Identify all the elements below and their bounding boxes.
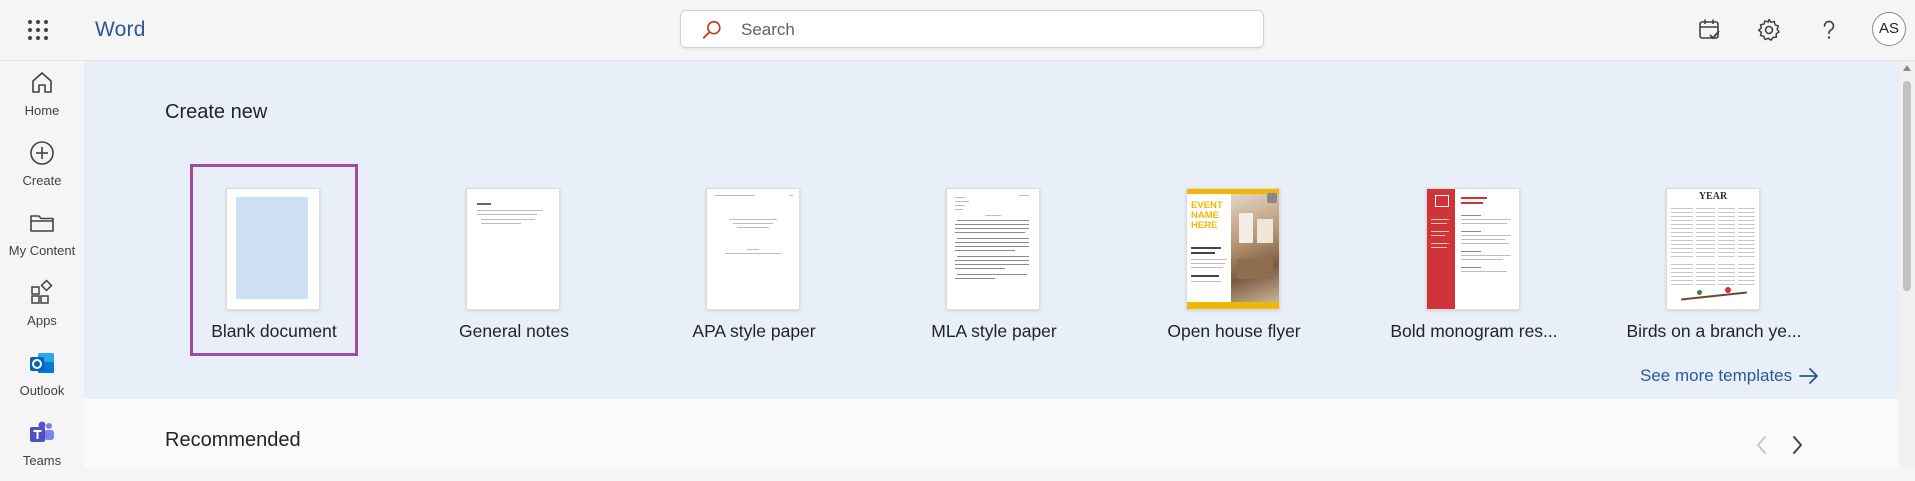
rail-item-my-content[interactable]: My Content — [0, 209, 84, 271]
template-thumbnail — [226, 188, 320, 310]
top-bar: Word AS — [0, 0, 1915, 61]
vertical-scrollbar[interactable] — [1899, 61, 1915, 467]
gear-icon[interactable] — [1755, 16, 1783, 44]
rail-item-home[interactable]: Home — [0, 69, 84, 131]
template-general-notes[interactable]: General notes — [430, 164, 598, 356]
help-icon[interactable] — [1815, 16, 1843, 44]
template-label: Birds on a branch ye... — [1626, 321, 1802, 341]
avatar[interactable]: AS — [1872, 12, 1906, 46]
recommended-heading: Recommended — [165, 429, 301, 451]
create-new-panel: Create new Blank document General notes — [84, 61, 1899, 399]
template-apa-style-paper[interactable]: APA style paper — [670, 164, 838, 356]
create-new-heading: Create new — [165, 101, 268, 123]
template-thumbnail — [1426, 188, 1520, 310]
chevron-right-icon[interactable] — [1783, 431, 1811, 459]
rail-item-apps[interactable]: Apps — [0, 279, 84, 341]
plus-circle-icon — [30, 141, 54, 165]
calendar-check-icon[interactable] — [1696, 16, 1724, 44]
template-mla-style-paper[interactable]: MLA style paper — [910, 164, 1078, 356]
template-open-house-flyer[interactable]: EVENT NAME HERE Open house flyer — [1150, 164, 1318, 356]
outlook-icon — [30, 353, 54, 373]
template-label: Blank document — [211, 321, 337, 341]
template-label: Open house flyer — [1167, 321, 1301, 341]
see-more-label: See more templates — [1640, 366, 1793, 385]
search-box[interactable] — [680, 10, 1264, 49]
arrow-right-icon — [1798, 368, 1818, 384]
app-title[interactable]: Word — [95, 18, 146, 42]
folder-icon — [30, 215, 54, 232]
app-launcher-icon[interactable] — [26, 18, 50, 42]
template-thumbnail — [466, 188, 560, 310]
rail-item-create[interactable]: Create — [0, 139, 84, 201]
search-input[interactable] — [739, 11, 1243, 49]
rail-item-outlook[interactable]: Outlook — [0, 349, 84, 411]
template-thumbnail — [946, 188, 1040, 310]
chevron-left-icon[interactable] — [1748, 431, 1776, 459]
rail-label: My Content — [8, 243, 76, 258]
main-content: Create new Blank document General notes — [84, 61, 1899, 467]
rail-label: Teams — [22, 453, 62, 468]
left-rail: Home Create My Content Apps Outlook Team… — [0, 61, 84, 468]
template-label: Bold monogram res... — [1390, 321, 1558, 341]
template-blank-document[interactable]: Blank document — [190, 164, 358, 356]
rail-label: Outlook — [19, 383, 65, 398]
scrollbar-thumb[interactable] — [1903, 81, 1911, 291]
template-label: APA style paper — [692, 321, 816, 341]
rail-label: Home — [24, 103, 60, 118]
apps-icon — [31, 279, 53, 304]
rail-label: Create — [22, 173, 62, 188]
home-icon — [32, 72, 52, 93]
template-label: MLA style paper — [931, 321, 1057, 341]
template-birds-on-a-branch-year[interactable]: YEAR Birds on a branch ye... — [1626, 164, 1802, 356]
scroll-up-icon[interactable] — [1903, 65, 1911, 71]
template-label: General notes — [459, 321, 569, 341]
teams-icon — [30, 421, 54, 442]
template-bold-monogram-resume[interactable]: Bold monogram res... — [1390, 164, 1558, 356]
template-thumbnail: YEAR — [1666, 188, 1760, 310]
template-thumbnail: EVENT NAME HERE — [1186, 188, 1280, 310]
calendar-year-title: YEAR — [1698, 191, 1728, 202]
rail-label: Apps — [27, 313, 57, 328]
template-thumbnail — [706, 188, 800, 310]
flyer-title: EVENT NAME HERE — [1191, 200, 1223, 231]
rail-item-teams[interactable]: Teams — [0, 419, 84, 481]
search-icon — [702, 20, 721, 39]
see-more-templates-link[interactable]: See more templates — [1640, 366, 1819, 386]
